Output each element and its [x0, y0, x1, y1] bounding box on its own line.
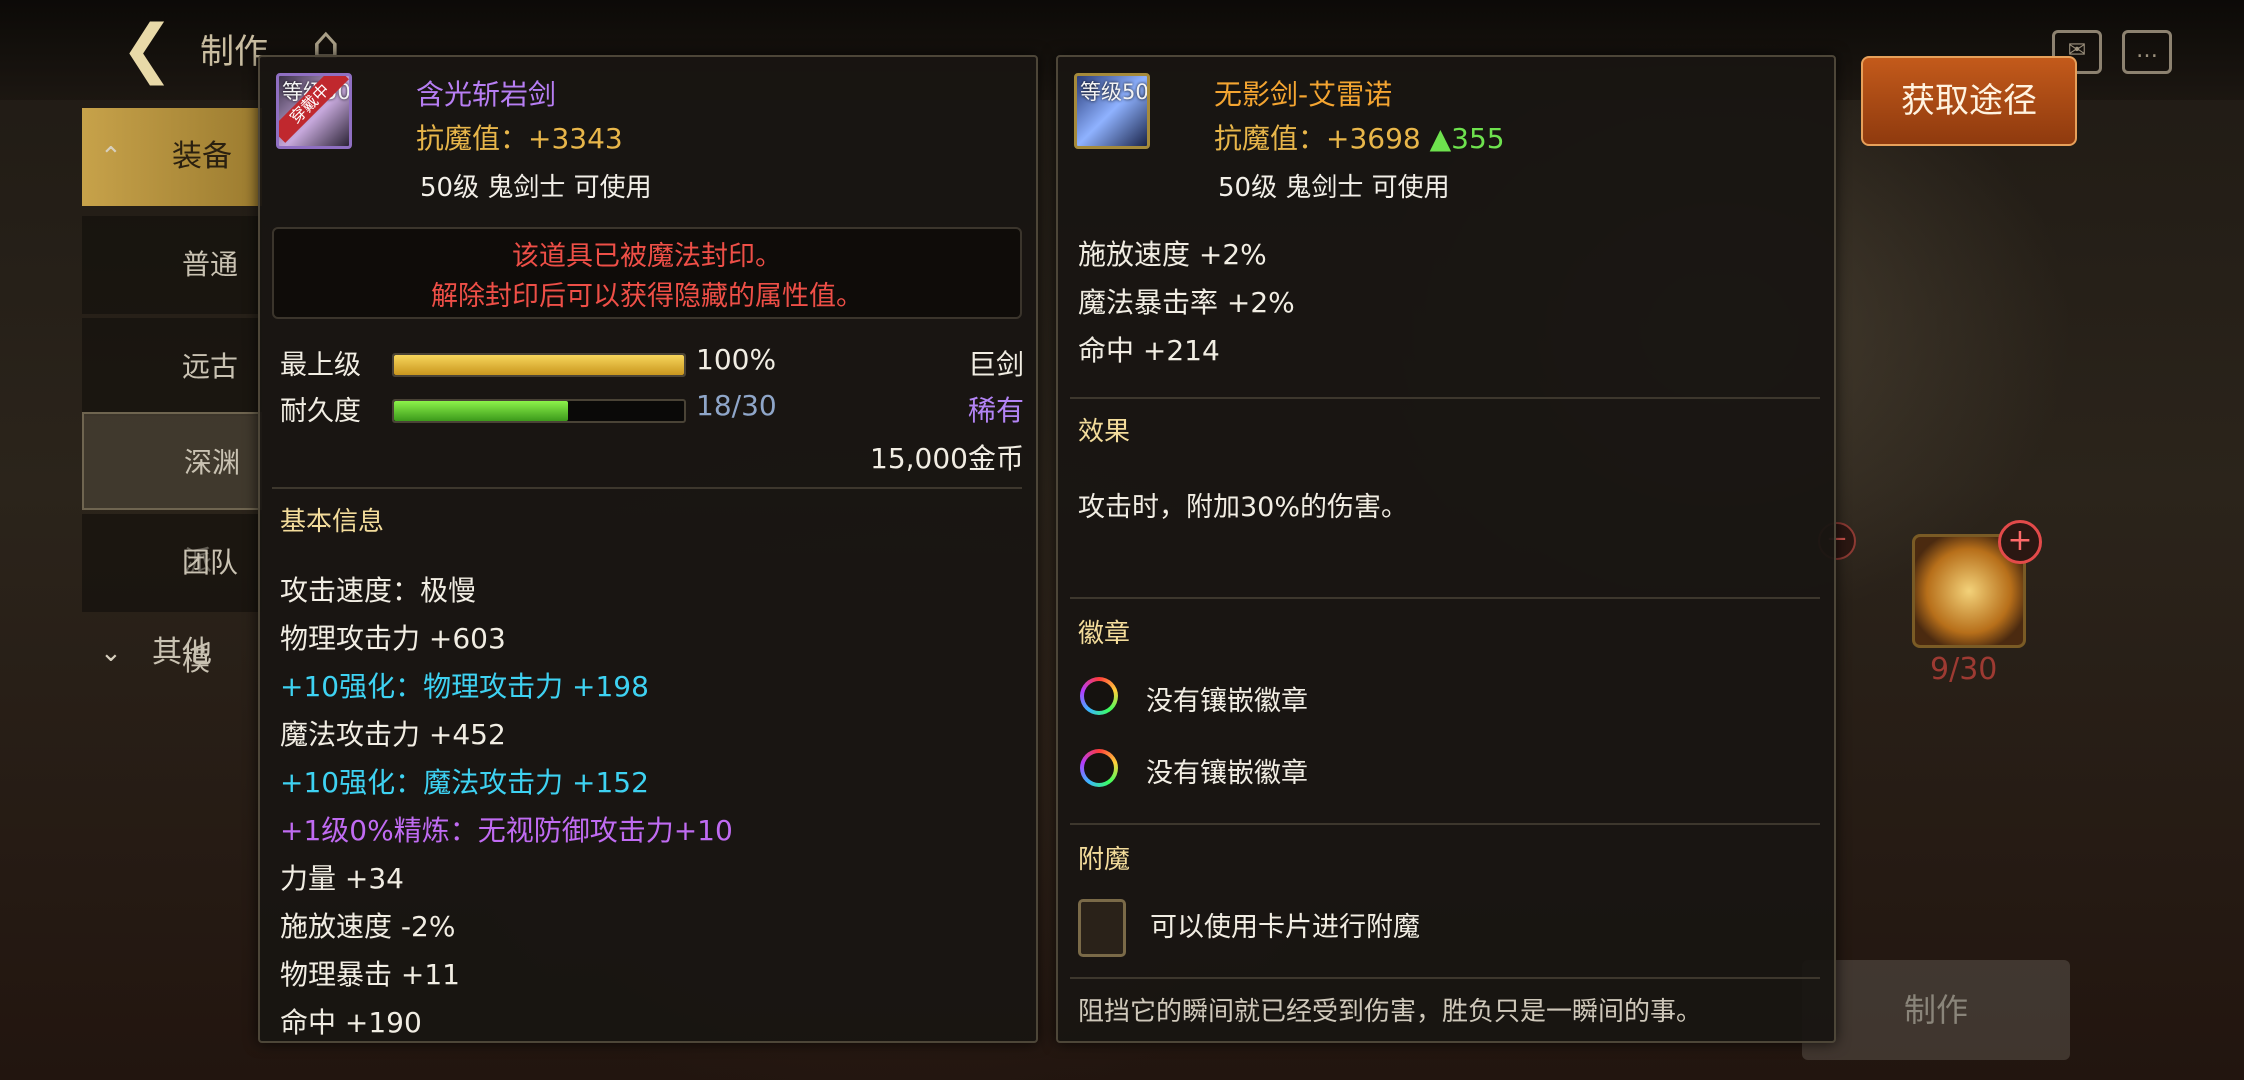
grade-label: 最上级 — [280, 350, 361, 381]
item-name: 含光斩岩剑 — [416, 78, 557, 111]
grade-bar — [392, 353, 686, 377]
emblem-slot-icon — [1080, 749, 1118, 787]
seal-notice: 该道具已被魔法封印。 解除封印后可以获得隐藏的属性值。 — [272, 227, 1022, 319]
stat-line: 魔法攻击力 +452 — [280, 718, 506, 751]
emblem-title: 徽章 — [1078, 619, 1131, 649]
anti-magic-diff: ▲355 — [1429, 122, 1505, 155]
rarity-label: 稀有 — [967, 394, 1024, 427]
sidebar-item-raid[interactable]: 团队模 — [82, 514, 262, 677]
sidebar-item-label: 远古 — [182, 350, 239, 383]
enchant-title: 附魔 — [1078, 845, 1131, 875]
back-arrow-icon[interactable]: ❮ — [112, 14, 182, 84]
chevron-down-icon: ⌄ — [100, 638, 122, 668]
item-requirement: 50级 鬼剑士 可使用 — [420, 173, 652, 203]
divider — [272, 487, 1022, 489]
sidebar-item-label: 其他 — [152, 635, 212, 670]
sidebar-item-abyss[interactable]: 深渊派 — [82, 412, 262, 577]
stat-line: 物理攻击力 +603 — [280, 622, 506, 655]
item-level-badge: 等级50 — [1080, 80, 1149, 104]
anti-magic-row: 抗魔值：+3698 ▲355 — [1214, 117, 1505, 157]
stat-line: 命中 +190 — [280, 1006, 422, 1039]
seal-line-2: 解除封印后可以获得隐藏的属性值。 — [431, 281, 863, 312]
stat-line: +1级0%精炼：无视防御攻击力+10 — [280, 814, 733, 847]
stat-line: 魔法暴击率 +2% — [1078, 286, 1295, 319]
stat-line: +10强化：魔法攻击力 +152 — [280, 766, 649, 799]
get-source-button[interactable]: 获取途径 — [1861, 56, 2077, 146]
weapon-type: 巨剑 — [967, 348, 1024, 381]
equipped-item-tooltip: 等级50 穿戴中 含光斩岩剑 抗魔值：+3343 50级 鬼剑士 可使用 该道具… — [258, 55, 1038, 1043]
divider — [1070, 597, 1820, 599]
emblem-slot-text: 没有镶嵌徽章 — [1146, 686, 1308, 717]
grade-bar-fill — [394, 355, 684, 375]
emblem-slot-icon — [1080, 677, 1118, 715]
divider — [1070, 823, 1820, 825]
durability-bar-fill — [394, 401, 568, 421]
effect-title: 效果 — [1078, 417, 1131, 447]
stat-line: 施放速度 -2% — [280, 910, 456, 943]
sidebar-item-equipment[interactable]: ⌃ 装备 — [82, 108, 262, 206]
chevron-up-icon: ⌃ — [100, 142, 122, 172]
anti-magic-value: 抗魔值：+3343 — [416, 122, 623, 155]
price-label: 15,000金币 — [870, 442, 1024, 475]
enchant-text: 可以使用卡片进行附魔 — [1150, 912, 1420, 943]
card-slot-icon — [1078, 899, 1126, 957]
sidebar-item-normal[interactable]: 普通 — [82, 216, 262, 314]
anti-magic-value: 抗魔值：+3698 — [1214, 122, 1421, 155]
stat-line: 力量 +34 — [280, 862, 404, 895]
durability-value: 18/30 — [696, 389, 777, 422]
seal-line-1: 该道具已被魔法封印。 — [512, 241, 782, 272]
item-name: 无影剑-艾雷诺 — [1214, 78, 1393, 111]
effect-text: 攻击时，附加30%的伤害。 — [1078, 492, 1409, 523]
category-sidebar: ⌃ 装备 普通 远古 深渊派 团队模 ⌄ 其他 — [82, 106, 262, 766]
sword-item-icon: 等级50 — [1074, 73, 1150, 149]
greatsword-item-icon: 等级50 穿戴中 — [276, 73, 352, 149]
grade-value: 100% — [696, 343, 777, 376]
flavor-text: 阻挡它的瞬间就已经受到伤害，胜负只是一瞬间的事。 — [1078, 997, 1703, 1027]
sidebar-item-label: 装备 — [172, 139, 232, 174]
sidebar-item-label: 普通 — [182, 248, 239, 281]
stat-line: 物理暴击 +11 — [280, 958, 460, 991]
durability-bar — [392, 399, 686, 423]
stat-line: 施放速度 +2% — [1078, 238, 1267, 271]
item-requirement: 50级 鬼剑士 可使用 — [1218, 173, 1450, 203]
compare-item-tooltip: 等级50 无影剑-艾雷诺 抗魔值：+3698 ▲355 50级 鬼剑士 可使用 … — [1056, 55, 1836, 1043]
stat-line: +10强化：物理攻击力 +198 — [280, 670, 649, 703]
divider — [1070, 977, 1820, 979]
add-material-icon[interactable]: + — [1998, 520, 2042, 564]
make-button[interactable]: 制作 — [1802, 960, 2070, 1060]
sidebar-item-ancient[interactable]: 远古 — [82, 318, 262, 416]
stat-line: 攻击速度：极慢 — [280, 574, 477, 607]
chat-icon[interactable]: … — [2122, 30, 2172, 74]
sidebar-item-other[interactable]: ⌄ 其他 — [82, 604, 262, 702]
basic-info-title: 基本信息 — [280, 507, 385, 537]
stat-line: 命中 +214 — [1078, 334, 1220, 367]
material-count: 9/30 — [1930, 652, 1998, 687]
durability-label: 耐久度 — [280, 396, 361, 427]
emblem-slot-text: 没有镶嵌徽章 — [1146, 758, 1308, 789]
divider — [1070, 397, 1820, 399]
